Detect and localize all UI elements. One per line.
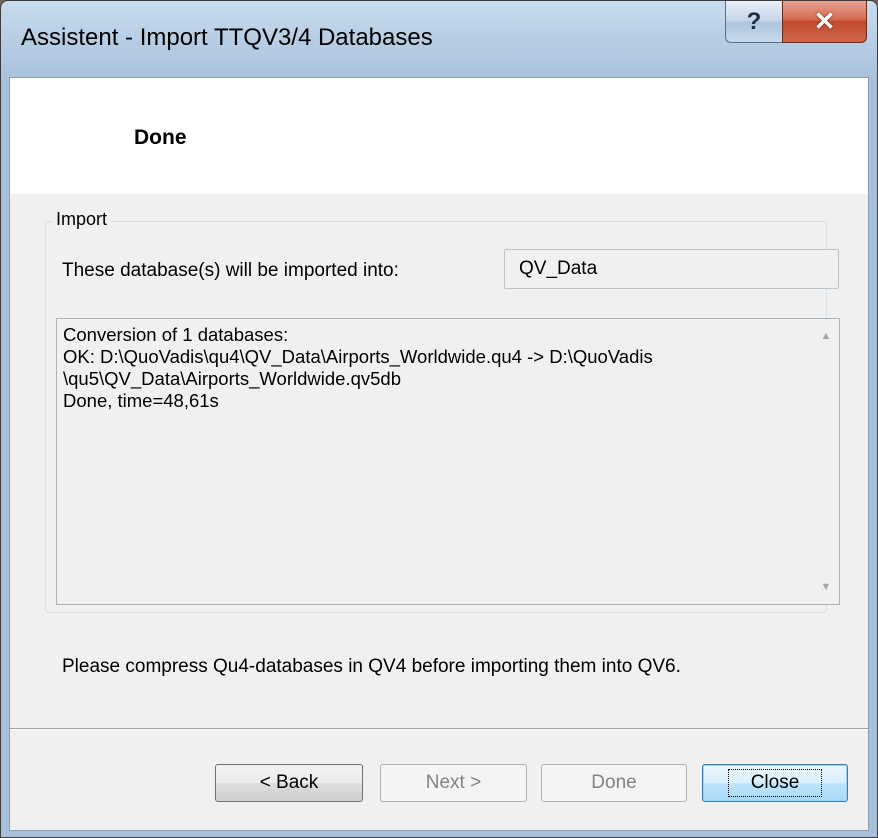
next-button[interactable]: Next >: [380, 764, 527, 802]
back-button[interactable]: < Back: [215, 764, 363, 802]
scroll-down-arrow-icon[interactable]: ▼: [813, 574, 839, 600]
log-line: OK: D:\QuoVadis\qu4\QV_Data\Airports_Wor…: [63, 346, 653, 367]
close-button-label: Close: [727, 769, 823, 797]
import-group-label: Import: [52, 209, 112, 230]
conversion-log[interactable]: Conversion of 1 databases: OK: D:\QuoVad…: [56, 318, 840, 605]
wizard-header: Done: [10, 78, 868, 194]
title-bar[interactable]: Assistent - Import TTQV3/4 Databases ? ✕: [1, 1, 877, 77]
target-database-label: These database(s) will be imported into:: [62, 260, 399, 281]
scroll-up-arrow-icon[interactable]: ▲: [813, 323, 839, 349]
footer-separator: [10, 728, 868, 730]
close-button[interactable]: Close: [702, 764, 848, 802]
page-title: Done: [134, 126, 187, 149]
target-database-field[interactable]: QV_Data: [504, 249, 839, 289]
log-line: Conversion of 1 databases:: [63, 324, 289, 345]
compress-hint: Please compress Qu4-databases in QV4 bef…: [62, 656, 681, 677]
log-text: Conversion of 1 databases: OK: D:\QuoVad…: [63, 324, 803, 412]
window-title: Assistent - Import TTQV3/4 Databases: [21, 24, 433, 51]
log-line: Done, time=48,61s: [63, 390, 219, 411]
log-scrollbar[interactable]: ▲ ▼: [813, 319, 839, 604]
close-icon: ✕: [813, 6, 836, 36]
help-icon: ?: [746, 7, 762, 35]
dialog-client-area: Done Import These database(s) will be im…: [9, 77, 869, 831]
window-close-button[interactable]: ✕: [782, 1, 867, 43]
done-button[interactable]: Done: [541, 764, 687, 802]
import-assistant-window: Assistent - Import TTQV3/4 Databases ? ✕…: [0, 0, 878, 838]
help-button[interactable]: ?: [725, 1, 783, 43]
log-line: \qu5\QV_Data\Airports_Worldwide.qv5db: [63, 368, 401, 389]
